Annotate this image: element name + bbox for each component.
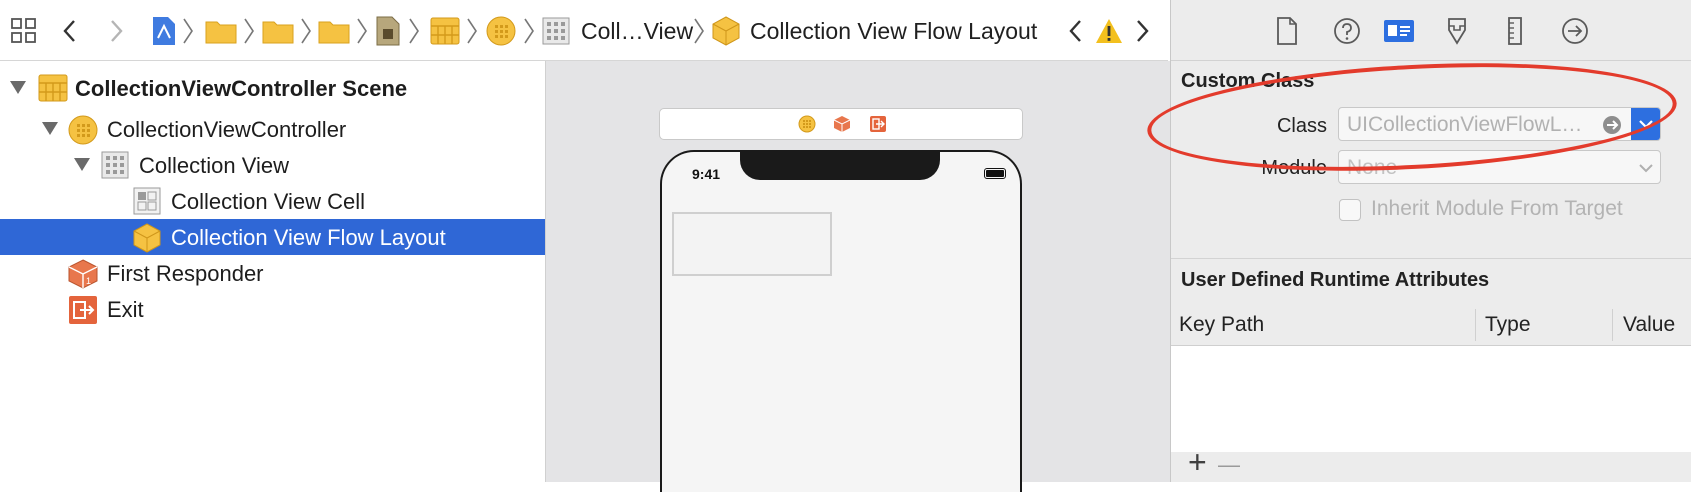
runtime-attributes-table[interactable] <box>1171 346 1691 452</box>
attributes-inspector-icon[interactable] <box>1443 16 1471 46</box>
breadcrumb-collection-view-label: Coll…View <box>581 17 694 44</box>
remove-attribute-button[interactable]: — <box>1218 450 1240 480</box>
module-value: None <box>1347 156 1398 179</box>
inherit-module-label: Inherit Module From Target <box>1371 197 1623 220</box>
scene-icon <box>38 74 68 102</box>
runtime-attributes-title: User Defined Runtime Attributes <box>1181 269 1490 291</box>
go-to-class-icon[interactable] <box>1602 115 1622 135</box>
class-label: Class <box>1276 115 1327 137</box>
outline-row-label: Collection View Cell <box>171 189 366 214</box>
path-separator-icon <box>408 16 420 51</box>
outline-row-exit[interactable]: Exit <box>0 291 545 327</box>
runtime-attributes-header: Key Path Type Value <box>1171 305 1691 346</box>
outline-row-label: Exit <box>107 297 144 322</box>
file-inspector-icon[interactable] <box>1273 16 1301 46</box>
storyboard-canvas[interactable]: 9:41 <box>546 61 1170 492</box>
flow-layout-icon[interactable] <box>712 12 740 50</box>
column-separator[interactable] <box>1475 309 1476 341</box>
outline-row-collection-view-cell[interactable]: Collection View Cell <box>0 183 545 219</box>
back-chevron-icon[interactable] <box>62 12 78 50</box>
disclosure-triangle-icon[interactable] <box>42 122 58 135</box>
inspector-tab-bar <box>1171 0 1691 61</box>
breadcrumb-collection-view[interactable]: Coll…View <box>581 12 693 50</box>
next-issue-icon[interactable] <box>1134 12 1150 50</box>
custom-class-title: Custom Class <box>1181 70 1315 92</box>
exit-icon <box>68 295 97 324</box>
collection-view-cell[interactable] <box>672 212 832 276</box>
column-header-type[interactable]: Type <box>1485 313 1531 337</box>
project-file-icon[interactable] <box>152 12 176 50</box>
identity-inspector: Custom Class Class UICollectionViewFlowL… <box>1170 0 1691 482</box>
add-attribute-button[interactable]: + <box>1188 446 1207 478</box>
class-dropdown-button[interactable] <box>1631 108 1660 140</box>
folder-icon[interactable] <box>205 12 237 50</box>
outline-row-collection-view[interactable]: Collection View <box>0 147 545 183</box>
outline-row-label: CollectionViewController <box>107 117 347 142</box>
path-separator-icon <box>182 16 194 51</box>
device-notch <box>740 150 940 180</box>
path-separator-icon <box>243 16 255 51</box>
disclosure-triangle-icon[interactable] <box>74 158 90 171</box>
outline-row-label: Collection View <box>139 153 290 178</box>
breadcrumb-flow-layout[interactable]: Collection View Flow Layout <box>750 12 1037 50</box>
outline-row-label: First Responder <box>107 261 264 286</box>
column-separator[interactable] <box>1612 309 1613 341</box>
column-header-key-path[interactable]: Key Path <box>1179 313 1264 337</box>
storyboard-file-icon[interactable] <box>376 12 400 50</box>
view-controller-icon[interactable] <box>486 12 516 50</box>
path-separator-icon <box>693 16 705 51</box>
collection-view-icon <box>101 151 129 179</box>
outline-row-label: CollectionViewController Scene <box>75 76 408 101</box>
view-controller-icon[interactable] <box>798 115 816 133</box>
folder-icon[interactable] <box>318 12 350 50</box>
path-separator-icon <box>523 16 535 51</box>
chevron-down-icon[interactable] <box>1638 163 1654 173</box>
chevron-down-icon <box>1639 120 1653 129</box>
related-items-icon[interactable] <box>10 12 38 50</box>
quick-help-icon[interactable] <box>1333 16 1361 46</box>
svg-text:1: 1 <box>86 276 91 286</box>
class-combo-box[interactable]: UICollectionViewFlowL… <box>1338 107 1661 141</box>
first-responder-icon[interactable] <box>833 115 851 133</box>
flow-layout-icon <box>133 223 161 253</box>
first-responder-icon: 1 <box>68 259 98 289</box>
module-label: Module <box>1261 157 1327 179</box>
outline-row-flow-layout[interactable]: Collection View Flow Layout <box>0 219 545 255</box>
column-header-value[interactable]: Value <box>1623 313 1675 337</box>
outline-row-view-controller[interactable]: CollectionViewController <box>0 111 545 147</box>
collection-view-cell-icon <box>133 187 161 215</box>
connections-inspector-icon[interactable] <box>1561 16 1589 46</box>
collection-view-icon[interactable] <box>542 12 570 50</box>
battery-icon <box>984 168 1006 179</box>
exit-icon[interactable] <box>869 115 887 133</box>
view-controller-icon <box>68 115 98 145</box>
status-bar-time: 9:41 <box>692 166 721 182</box>
section-divider <box>1171 258 1691 259</box>
path-separator-icon <box>356 16 368 51</box>
inherit-module-checkbox[interactable] <box>1339 199 1361 221</box>
scene-dock[interactable] <box>659 108 1023 140</box>
module-combo-box[interactable]: None <box>1338 150 1661 184</box>
forward-chevron-icon[interactable] <box>108 12 124 50</box>
breadcrumb-flow-layout-label: Collection View Flow Layout <box>750 17 1038 44</box>
disclosure-triangle-icon[interactable] <box>10 81 26 94</box>
path-separator-icon <box>466 16 478 51</box>
size-inspector-icon[interactable] <box>1501 16 1529 46</box>
path-separator-icon <box>300 16 312 51</box>
previous-issue-icon[interactable] <box>1068 12 1084 50</box>
outline-row-first-responder[interactable]: 1 First Responder <box>0 255 545 291</box>
class-value: UICollectionViewFlowL… <box>1347 113 1583 136</box>
document-outline: CollectionViewController Scene Collectio… <box>0 61 546 482</box>
folder-icon[interactable] <box>262 12 294 50</box>
outline-row-scene[interactable]: CollectionViewController Scene <box>0 70 545 106</box>
scene-icon[interactable] <box>430 12 460 50</box>
warning-icon[interactable] <box>1095 12 1123 50</box>
device-frame[interactable]: 9:41 <box>660 150 1022 492</box>
outline-row-label: Collection View Flow Layout <box>171 225 446 250</box>
jump-bar: Coll…View Collection View Flow Layout <box>0 0 1168 61</box>
identity-inspector-icon[interactable] <box>1383 16 1415 46</box>
